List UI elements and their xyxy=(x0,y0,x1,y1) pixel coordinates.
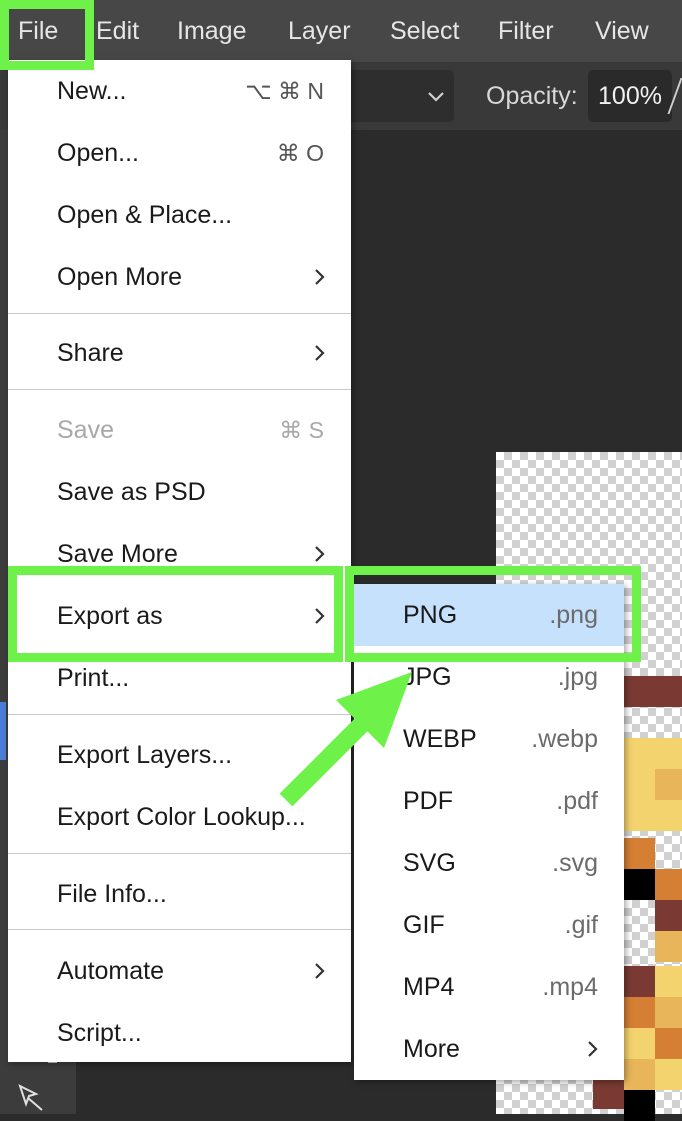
canvas-pixel xyxy=(624,769,655,800)
menu-item-open-place[interactable]: Open & Place... xyxy=(8,184,351,246)
opacity-label: Opacity: xyxy=(486,82,578,110)
menu-item-save-psd[interactable]: Save as PSD xyxy=(8,461,351,523)
menu-divider xyxy=(8,389,351,390)
menu-item-open[interactable]: Open... ⌘ O xyxy=(8,122,351,184)
format-extension: .mp4 xyxy=(542,973,598,1001)
canvas-pixel xyxy=(655,800,682,831)
chevron-right-icon xyxy=(588,1041,598,1057)
chevron-down-icon xyxy=(428,92,444,102)
menu-divider xyxy=(8,714,351,715)
menu-filter[interactable]: Filter xyxy=(498,0,554,62)
menu-divider xyxy=(8,929,351,930)
canvas-pixel xyxy=(624,1059,655,1090)
canvas-pixel xyxy=(624,738,655,769)
canvas-pixel xyxy=(655,997,682,1028)
menu-item-export-color-lookup[interactable]: Export Color Lookup... xyxy=(8,786,351,848)
menu-item-label: Export Color Lookup... xyxy=(57,803,306,831)
opacity-input[interactable]: 100% xyxy=(588,70,672,122)
menu-item-label: Export Layers... xyxy=(57,741,233,769)
menu-item-label: Automate xyxy=(57,957,165,985)
format-extension: .gif xyxy=(564,911,598,939)
export-svg[interactable]: SVG .svg xyxy=(354,832,624,894)
menu-item-file-info[interactable]: File Info... xyxy=(8,863,351,925)
menu-select[interactable]: Select xyxy=(390,0,459,62)
canvas-pixel xyxy=(620,676,651,707)
menu-layer[interactable]: Layer xyxy=(288,0,351,62)
canvas-pixel xyxy=(655,966,682,997)
canvas-pixel xyxy=(624,800,655,831)
menu-edit[interactable]: Edit xyxy=(96,0,139,62)
shortcut-text: ⌘ S xyxy=(279,417,324,443)
format-extension: .svg xyxy=(552,849,598,877)
format-label: More xyxy=(403,1035,460,1063)
canvas-pixel xyxy=(624,997,655,1028)
file-menu-highlight xyxy=(0,0,94,70)
menu-item-open-more[interactable]: Open More xyxy=(8,246,351,308)
chevron-right-icon xyxy=(315,546,325,562)
menu-item-label: Share xyxy=(57,339,124,367)
path-select-icon[interactable] xyxy=(16,1082,46,1112)
canvas-pixel xyxy=(624,1028,655,1059)
export-webp[interactable]: WEBP .webp xyxy=(354,708,624,770)
active-tool-indicator xyxy=(0,702,6,760)
chevron-right-icon xyxy=(315,345,325,361)
menu-item-export-layers[interactable]: Export Layers... xyxy=(8,724,351,786)
menu-item-share[interactable]: Share xyxy=(8,322,351,384)
menu-item-script[interactable]: Script... xyxy=(8,1002,351,1064)
format-label: PDF xyxy=(403,787,453,815)
menu-item-label: Open More xyxy=(57,263,183,291)
menu-divider xyxy=(8,313,351,314)
format-label: MP4 xyxy=(403,973,455,1001)
canvas-pixel xyxy=(655,1059,682,1090)
menu-item-label: Script... xyxy=(57,1019,142,1047)
menu-item-label: Open & Place... xyxy=(57,201,233,229)
format-extension: .webp xyxy=(531,725,598,753)
menu-item-save[interactable]: Save ⌘ S xyxy=(8,399,351,461)
canvas-pixel xyxy=(624,838,655,869)
menubar: File Edit Image Layer Select Filter View xyxy=(0,0,682,62)
export-gif[interactable]: GIF .gif xyxy=(354,894,624,956)
export-more[interactable]: More xyxy=(354,1018,624,1080)
export-mp4[interactable]: MP4 .mp4 xyxy=(354,956,624,1018)
menu-divider xyxy=(8,853,351,854)
canvas-pixel xyxy=(655,1028,682,1059)
format-label: WEBP xyxy=(403,725,477,753)
canvas-pixel xyxy=(655,769,682,800)
menu-item-automate[interactable]: Automate xyxy=(8,940,351,1002)
png-highlight xyxy=(345,566,641,662)
canvas-pixel xyxy=(651,676,682,707)
canvas-pixel xyxy=(655,869,682,900)
chevron-right-icon xyxy=(315,269,325,285)
export-as-highlight xyxy=(8,566,343,662)
format-extension: .pdf xyxy=(556,787,598,815)
canvas-pixel xyxy=(624,1090,655,1121)
chevron-right-icon xyxy=(315,963,325,979)
canvas-pixel xyxy=(624,869,655,900)
menu-item-label: Save as PSD xyxy=(57,478,206,506)
menu-view[interactable]: View xyxy=(595,0,649,62)
shortcut-text: ⌘ O xyxy=(276,140,324,166)
canvas-pixel xyxy=(624,966,655,997)
file-menu: New... ⌥ ⌘ N Open... ⌘ O Open & Place...… xyxy=(8,60,351,1062)
canvas-pixel xyxy=(655,931,682,962)
format-label: SVG xyxy=(403,849,456,877)
menu-image[interactable]: Image xyxy=(177,0,246,62)
menu-item-label: Save xyxy=(57,416,114,444)
canvas-pixel xyxy=(655,738,682,769)
export-pdf[interactable]: PDF .pdf xyxy=(354,770,624,832)
menu-item-label: Open... xyxy=(57,139,139,167)
canvas-pixel xyxy=(593,1078,624,1109)
shortcut-text: ⌥ ⌘ N xyxy=(245,78,324,104)
canvas-pixel xyxy=(655,900,682,931)
format-label: GIF xyxy=(403,911,445,939)
menu-item-label: File Info... xyxy=(57,880,167,908)
